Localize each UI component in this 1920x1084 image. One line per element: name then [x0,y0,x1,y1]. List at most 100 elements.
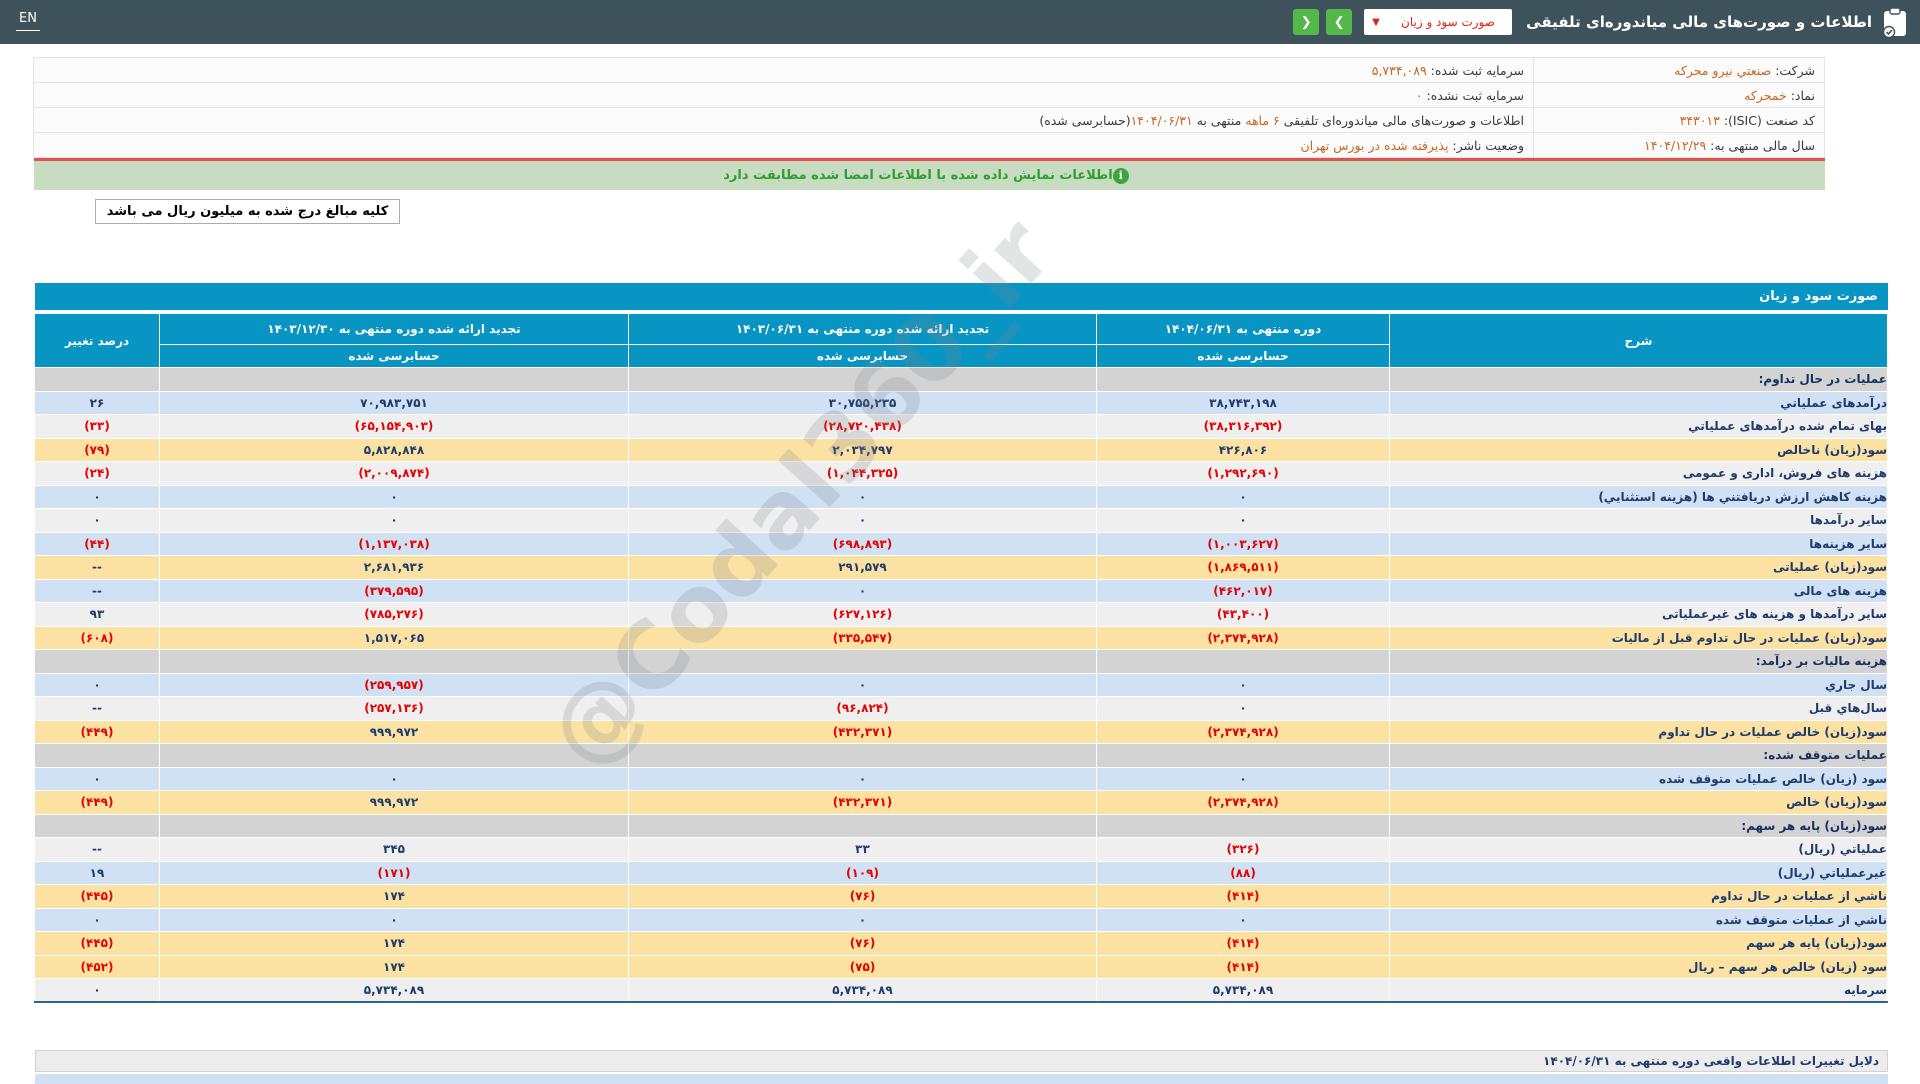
row-label: سود(زیان) ناخالص [1389,437,1888,462]
company-info-cell: وضعیت ناشر: پذيرفته شده در بورس تهران [33,132,1534,158]
cell-value: ۵,۸۲۸,۸۴۸ [159,437,629,462]
cell-value: (۱۷۱) [159,860,629,885]
table-row: هزینه های مالی (۴۶۲,۰۱۷) ۰ (۳۷۹,۵۹۵) -- [34,578,1888,603]
chevron-right-icon: ❯ [1333,14,1345,30]
info-value: صنعتي نيرو محركه [1674,62,1772,78]
row-label: سود(زیان) عملیاتی [1389,555,1888,580]
table-row: سال‌هاي قبل ۰ (۹۶,۸۲۴) (۲۵۷,۱۳۶) -- [34,696,1888,721]
row-label: عملیاتي (ریال) [1389,837,1888,862]
signature-notice-bar: i اطلاعات نمایش داده شده با اطلاعات امضا… [34,161,1825,190]
row-label: درآمدهای عملیاتي [1389,390,1888,415]
cell-value: ۰ [1096,672,1390,697]
cell-value: ۴۲۶,۸۰۶ [1096,437,1390,462]
table-row: سود (زیان) خالص عملیات متوقف شده ۰ ۰ ۰ ۰ [34,766,1888,791]
cell-value: ۹۹۹,۹۷۲ [159,790,629,815]
company-info-body: شرکت: صنعتي نيرو محركه سرمایه ثبت شده: ۵,… [33,57,1825,158]
company-info-row: نماد: خمحركه سرمایه ثبت نشده: ۰ [33,82,1825,108]
previous-report-button[interactable]: ❮ [1293,9,1320,35]
clipboard-icon [1882,7,1906,37]
language-switch-en[interactable]: EN [16,11,40,31]
cell-value: (۱۰۹) [628,860,1097,885]
cell-value: (۱,۱۳۷,۰۳۸) [159,531,629,556]
table-row: غیرعملیاتي (ریال) (۸۸) (۱۰۹) (۱۷۱) ۱۹ [34,860,1888,885]
info-value: ۰ [1415,87,1423,103]
cell-value [1096,367,1390,392]
cell-value: -- [34,555,160,580]
cell-value [628,813,1097,838]
table-row: سود(زیان) خالص (۲,۳۷۴,۹۲۸) (۴۳۲,۳۷۱) ۹۹۹,۹۷… [34,790,1888,815]
table-row: سود(زیان) عملیاتی (۱,۸۶۹,۵۱۱) ۲۹۱,۵۷۹ ۲,۶۸۱… [34,555,1888,580]
cell-value: (۴۱۴) [1096,954,1390,979]
row-label: سال جاري [1389,672,1888,697]
cell-value: (۶۵,۱۵۴,۹۰۳) [159,414,629,439]
row-label: سود (زیان) خالص هر سهم – ریال [1389,954,1888,979]
cell-value: (۴۱۴) [1096,884,1390,909]
footer-section: دلایل تغییرات اطلاعات واقعی دوره منتهی ب… [35,1050,1888,1084]
cell-value: (۲۵۷,۱۳۶) [159,696,629,721]
info-label: وضعیت ناشر: [1448,137,1524,153]
cell-value: ۰ [1096,766,1390,791]
table-row: سود(زیان) ناخالص ۴۲۶,۸۰۶ ۲,۰۳۴,۷۹۷ ۵,۸۲۸,۸۴… [34,437,1888,462]
table-row: سود(زیان) پایه هر سهم (۴۱۴) (۷۶) ۱۷۴ (۴۴۵) [34,931,1888,956]
table-row: سال جاري ۰ ۰ (۲۵۹,۹۵۷) ۰ [34,672,1888,697]
cell-value: ۰ [628,672,1097,697]
cell-value: (۲,۳۷۴,۹۲۸) [1096,625,1390,650]
cell-value: ۰ [628,766,1097,791]
cell-value: ۲۶ [34,390,160,415]
section-row: عملیات متوقف شده: [34,743,1888,768]
cell-value: (۴۴۵) [34,931,160,956]
cell-value: ۰ [159,766,629,791]
table-row: ناشي از عملیات متوقف شده ۰ ۰ ۰ ۰ [34,907,1888,932]
company-info-row: سال مالی منتهی به: ۱۴۰۴/۱۲/۲۹ وضعیت ناشر:… [33,132,1825,158]
column-header-restated-annual: تجدید ارائه شده دوره منتهی به ۱۴۰۳/۱۲/۳۰ [159,313,629,345]
row-label: هزینه کاهش ارزش دریافتني ها (هزینه استثن… [1389,484,1888,509]
cell-value: ۰ [1096,696,1390,721]
row-label: ناشي از عملیات متوقف شده [1389,907,1888,932]
cell-value: ۷۰,۹۸۳,۷۵۱ [159,390,629,415]
row-label: سایر درآمدها [1389,508,1888,533]
cell-value: ۰ [159,508,629,533]
profit-loss-table: شرح دوره منتهی به ۱۴۰۴/۰۶/۳۱ تجدید ارائه… [34,313,1888,1003]
cell-value: (۲۴) [34,461,160,486]
company-info-row: کد صنعت (ISIC): ۳۴۳۰۱۳ اطلاعات و صورت‌های… [33,107,1825,133]
section-row: سود(زیان) پایه هر سهم: [34,813,1888,838]
company-info-row: شرکت: صنعتي نيرو محركه سرمایه ثبت شده: ۵,… [33,57,1825,83]
table-row: هزینه های فروش، اداری و عمومی (۱,۲۹۲,۶۹۰)… [34,461,1888,486]
report-type-value: صورت سود و زیان [1401,15,1495,29]
table-row: سرمایه ۵,۷۳۴,۰۸۹ ۵,۷۳۴,۰۸۹ ۵,۷۳۴,۰۸۹ ۰ [34,978,1888,1003]
cell-value [1096,649,1390,674]
cell-value [628,649,1097,674]
section-row: عملیات در حال تداوم: [34,367,1888,392]
cell-value [159,367,629,392]
cell-value: ۲,۶۸۱,۹۳۶ [159,555,629,580]
row-label: سود(زیان) خالص عملیات در حال تداوم [1389,719,1888,744]
subheader-audited-2: حسابرسی شده [628,344,1097,368]
profit-loss-section: صورت سود و زیان شرح دوره منتهی به ۱۴۰۴/۰… [34,283,1888,1003]
cell-value: ۳۳ [628,837,1097,862]
table-row: سود(زیان) عملیات در حال تداوم قبل از مال… [34,625,1888,650]
cell-value: ۰ [34,672,160,697]
table-title: صورت سود و زیان [35,283,1888,310]
next-report-button[interactable]: ❯ [1326,9,1353,35]
cell-value: ۰ [1096,907,1390,932]
subheader-audited-1: حسابرسی شده [1096,344,1390,368]
cell-value: (۴۳۲,۳۷۱) [628,790,1097,815]
footer-row-partial [35,1074,1888,1084]
cell-value: ۰ [34,766,160,791]
cell-value: ۰ [159,484,629,509]
info-value: پذيرفته شده در بورس تهران [1300,137,1449,153]
cell-value [628,743,1097,768]
unit-note: کلیه مبالغ درج شده به میلیون ریال می باش… [95,199,400,224]
table-header: شرح دوره منتهی به ۱۴۰۴/۰۶/۳۱ تجدید ارائه… [34,313,1888,368]
report-type-dropdown[interactable]: صورت سود و زیان ▼ [1364,9,1513,35]
cell-value: ۲۹۱,۵۷۹ [628,555,1097,580]
cell-value: (۹۶,۸۲۴) [628,696,1097,721]
row-label: عملیات در حال تداوم: [1389,367,1888,392]
cell-value [628,367,1097,392]
row-label: سود(زیان) پایه هر سهم [1389,931,1888,956]
cell-value: ۱۹ [34,860,160,885]
column-header-current-period: دوره منتهی به ۱۴۰۴/۰۶/۳۱ [1096,313,1390,345]
page: { "topbar": { "en_label": "EN", "title":… [0,0,1920,1084]
cell-value: ۱۷۴ [159,954,629,979]
cell-value: ۹۳ [34,602,160,627]
